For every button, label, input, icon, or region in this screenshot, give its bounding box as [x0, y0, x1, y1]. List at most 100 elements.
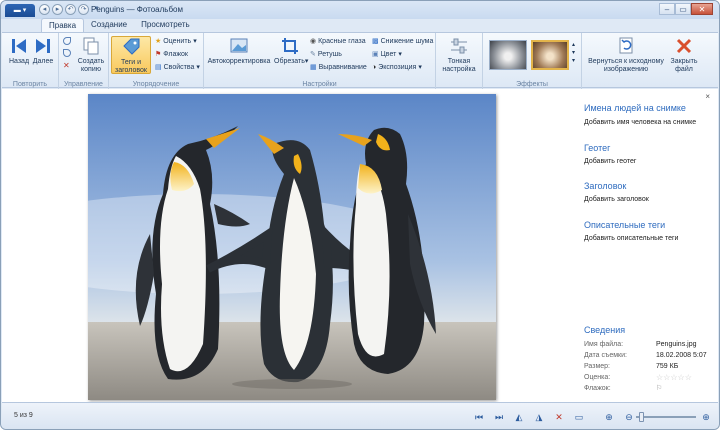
delete-small[interactable]: ✕: [63, 61, 70, 70]
star-icon: ★: [155, 38, 162, 45]
fit-icon: ⊕: [605, 412, 613, 422]
scroll-down-icon: ▾: [572, 50, 576, 56]
zoom-in-button[interactable]: ⊕: [699, 410, 713, 424]
noise-icon: ▩: [372, 38, 379, 45]
revert-button[interactable]: Вернуться к исходному изображению: [588, 36, 664, 74]
group-organize: Теги и заголовок ★ Оценить ▾ ⚑ Флажок ▤ Свой…: [109, 33, 204, 89]
chevron-down-icon: ▾: [193, 38, 197, 45]
delete-button[interactable]: ✕: [552, 410, 566, 424]
crop-button[interactable]: Обрезать▾: [274, 36, 309, 66]
crop-icon: [282, 38, 298, 54]
exposure-button[interactable]: ◑ Экспозиция ▾: [372, 63, 422, 72]
rotate-left-button[interactable]: ◭: [512, 410, 526, 424]
group-label-effects: Эффекты: [516, 81, 548, 88]
tags-heading[interactable]: Описательные теги: [584, 220, 665, 230]
zoom-slider[interactable]: [636, 412, 696, 422]
color-icon: ▣: [372, 51, 379, 58]
straighten-label: Выравнивание: [318, 63, 367, 71]
back-label: Назад: [8, 58, 30, 65]
properties-button[interactable]: ▤ Свойства ▾: [155, 63, 200, 72]
geotag-heading[interactable]: Геотег: [584, 143, 610, 153]
noise-button[interactable]: ▩ Снижение шума: [372, 37, 433, 46]
color-button[interactable]: ▣ Цвет ▾: [372, 50, 402, 59]
rotate-left-icon[interactable]: ↶: [65, 4, 76, 15]
flag-button[interactable]: ⚑ Флажок: [155, 50, 188, 59]
effects-scroller[interactable]: ▴ ▾ ▾: [572, 41, 575, 64]
prev-photo-button[interactable]: ⏮: [472, 410, 486, 424]
effect-sepia-thumb[interactable]: [531, 40, 569, 70]
ribbon-tabs: Правка Создание Просмотреть: [41, 18, 197, 32]
flag-toggle[interactable]: ⚐: [656, 384, 662, 392]
undo-icon[interactable]: ◂: [39, 4, 50, 15]
zoom-slider-knob[interactable]: [638, 412, 644, 422]
rate-button[interactable]: ★ Оценить ▾: [155, 37, 197, 46]
fit-window-button[interactable]: ⊕: [602, 410, 616, 424]
straighten-button[interactable]: ▦ Выравнивание: [310, 63, 367, 72]
add-caption-link[interactable]: Добавить заголовок: [584, 196, 649, 203]
tags-caption-button[interactable]: Теги и заголовок: [111, 36, 151, 74]
tab-view[interactable]: Просмотреть: [134, 18, 197, 32]
redeye-button[interactable]: ◉ Красные глаза: [310, 37, 366, 46]
add-geotag-link[interactable]: Добавить геотег: [584, 158, 637, 165]
slideshow-button[interactable]: ▭: [572, 410, 586, 424]
photo-viewer[interactable]: [88, 94, 496, 400]
color-label: Цвет: [380, 50, 397, 58]
retouch-label: Ретушь: [317, 50, 342, 58]
effect-bw-thumb[interactable]: [489, 40, 527, 70]
rotate-left-icon: [63, 37, 71, 45]
people-heading[interactable]: Имена людей на снимке: [584, 103, 686, 113]
info-key: Размер:: [584, 363, 611, 370]
rate-label: Оценить: [163, 37, 192, 45]
fine-tune-button[interactable]: Тонкая настройка: [440, 36, 478, 74]
retouch-button[interactable]: ✎ Ретушь: [310, 50, 342, 59]
app-window: ▬ ▾ ◂ ▸ ↶ ↷ ▾ Penguins — Фотоальбом – ▭ …: [0, 0, 720, 430]
chevron-down-icon: ▾: [196, 64, 200, 71]
close-window-button[interactable]: ✕: [691, 3, 713, 15]
maximize-button[interactable]: ▭: [675, 3, 691, 15]
close-file-label: Закрыть файл: [670, 58, 698, 73]
info-key: Имя файла:: [584, 341, 624, 348]
caption-heading[interactable]: Заголовок: [584, 181, 626, 191]
group-label-adjust: Настройки: [302, 81, 337, 88]
back-button[interactable]: Назад: [8, 36, 30, 66]
group-label-repeat: Повторить: [12, 81, 48, 88]
zoom-out-button[interactable]: ⊖: [622, 410, 636, 424]
app-menu-button[interactable]: ▬ ▾: [5, 4, 35, 17]
add-people-link[interactable]: Добавить имя человека на снимке: [584, 119, 696, 126]
group-label-organize: Упорядочение: [132, 81, 180, 88]
add-tags-link[interactable]: Добавить описательные теги: [584, 235, 678, 242]
rotate-right-icon: ◮: [535, 412, 543, 422]
group-label-manage: Управление: [64, 81, 103, 88]
main-area: × Имена людей на снимке Добавить имя чел…: [2, 89, 718, 402]
info-pane: × Имена людей на снимке Добавить имя чел…: [578, 89, 718, 402]
redo-icon[interactable]: ▸: [52, 4, 63, 15]
date-value: 18.02.2008 5:07: [656, 352, 707, 359]
filename-value: Penguins.jpg: [656, 341, 697, 348]
info-key: Оценка:: [584, 374, 611, 381]
chevron-down-icon: ▾: [304, 58, 309, 65]
rotate-right-small[interactable]: [63, 49, 71, 57]
minimize-button[interactable]: –: [659, 3, 675, 15]
slideshow-icon: ▭: [574, 412, 584, 422]
autofix-label: Автокорректировка: [207, 58, 271, 65]
penguins-photo: [88, 94, 496, 400]
tab-edit[interactable]: Правка: [41, 18, 85, 32]
forward-label: Далее: [32, 58, 54, 65]
copy-button[interactable]: Создать копию: [77, 36, 105, 74]
close-pane-icon[interactable]: ×: [705, 92, 710, 101]
copy-icon: [83, 37, 99, 55]
revert-label: Вернуться к исходному изображению: [588, 58, 664, 73]
tab-create[interactable]: Создание: [84, 18, 134, 32]
group-manage: ✕ Создать копию Управление: [59, 33, 109, 89]
rotate-right-button[interactable]: ◮: [532, 410, 546, 424]
rating-stars[interactable]: ☆☆☆☆☆: [656, 373, 692, 382]
forward-button[interactable]: Далее: [32, 36, 54, 66]
ribbon: Назад Далее Повторить ✕ Создать копию Уп…: [2, 32, 718, 89]
autofix-button[interactable]: Автокорректировка: [206, 36, 272, 66]
rotate-left-small[interactable]: [63, 37, 71, 45]
next-photo-button[interactable]: ⏭: [492, 410, 506, 424]
status-bar: 5 из 9 ⏮ ⏭ ◭ ◮ ✕ ▭ ⊕ ⊖ ⊕: [2, 402, 718, 429]
title-bar: ▬ ▾ ◂ ▸ ↶ ↷ ▾ Penguins — Фотоальбом – ▭ …: [1, 1, 719, 19]
rotate-right-icon[interactable]: ↷: [78, 4, 89, 15]
close-file-button[interactable]: Закрыть файл: [668, 36, 700, 74]
